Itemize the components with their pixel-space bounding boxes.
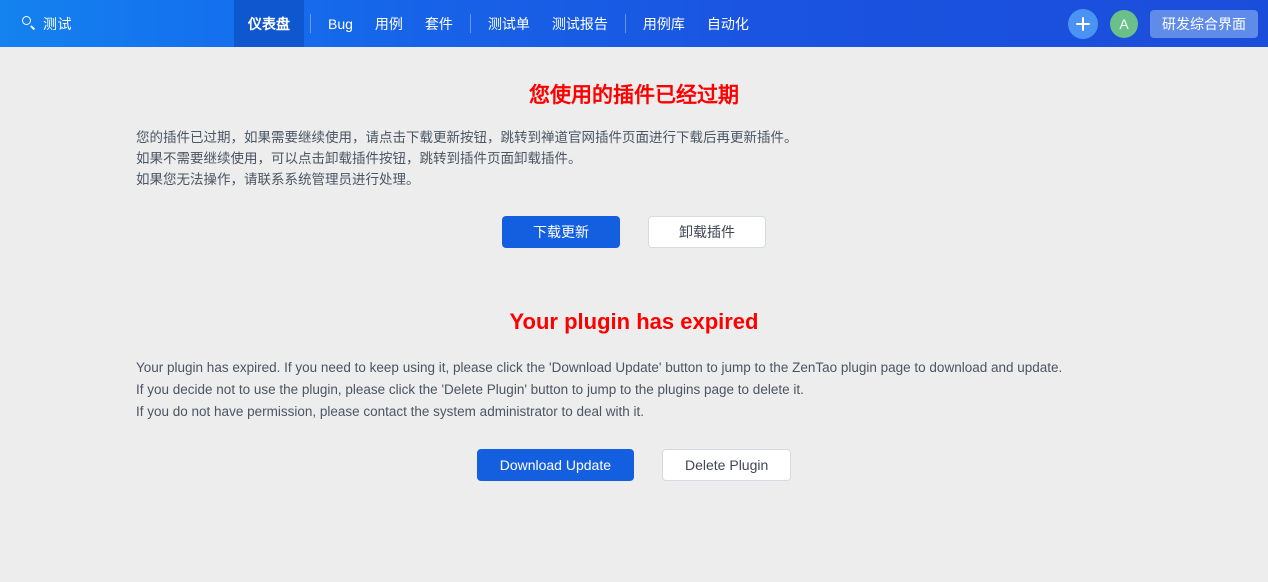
download-update-button-en[interactable]: Download Update [476, 448, 634, 481]
expired-notice-en: Your plugin has expired Your plugin has … [134, 248, 1134, 481]
page-title-cn: 您使用的插件已经过期 [529, 84, 739, 107]
nav-item-bug[interactable]: Bug [317, 0, 364, 47]
download-update-button-cn[interactable]: 下载更新 [502, 216, 620, 249]
nav-item-caselib[interactable]: 用例库 [632, 0, 696, 47]
expired-notice-cn: 您使用的插件已经过期 您的插件已过期，如果需要继续使用，请点击下载更新按钮，跳转… [134, 47, 1134, 249]
avatar[interactable]: A [1110, 9, 1138, 38]
brand-label: 测试 [43, 15, 72, 32]
brand-search[interactable]: 测试 [0, 0, 84, 47]
button-row-en: Download Update Delete Plugin [134, 448, 1134, 481]
nav-item-dashboard[interactable]: 仪表盘 [234, 0, 304, 47]
plus-icon[interactable] [1068, 8, 1098, 39]
mode-switch-button[interactable]: 研发综合界面 [1150, 9, 1258, 38]
page-title-en: Your plugin has expired [509, 309, 759, 335]
description-en-line-3: If you do not have permission, please co… [136, 403, 645, 419]
search-icon [22, 16, 37, 31]
nav-item-case[interactable]: 用例 [364, 0, 414, 47]
nav-item-automation[interactable]: 自动化 [696, 0, 760, 47]
top-header: 测试 仪表盘 Bug 用例 套件 测试单 测试报告 用例库 自动化 A 研发综合… [0, 0, 1268, 47]
nav-item-testtask[interactable]: 测试单 [477, 0, 541, 47]
description-en-line-1: Your plugin has expired. If you need to … [136, 359, 1063, 375]
delete-plugin-button-en[interactable]: Delete Plugin [662, 448, 792, 481]
description-cn-line-2: 如果不需要继续使用，可以点击卸载插件按钮，跳转到插件页面卸载插件。 [136, 151, 582, 167]
description-cn-line-3: 如果您无法操作，请联系系统管理员进行处理。 [136, 172, 420, 188]
main-content: 您使用的插件已经过期 您的插件已过期，如果需要继续使用，请点击下载更新按钮，跳转… [0, 47, 1268, 481]
header-actions: A 研发综合界面 [1068, 0, 1268, 47]
nav-divider-2 [469, 14, 471, 33]
main-nav: 仪表盘 Bug 用例 套件 测试单 测试报告 用例库 自动化 [234, 0, 760, 47]
nav-divider-1 [310, 14, 311, 33]
description-en: Your plugin has expired. If you need to … [134, 357, 1134, 423]
nav-divider-3 [624, 14, 626, 33]
button-row-cn: 下载更新 卸载插件 [134, 216, 1134, 249]
delete-plugin-button-cn[interactable]: 卸载插件 [648, 216, 766, 249]
description-cn: 您的插件已过期，如果需要继续使用，请点击下载更新按钮，跳转到禅道官网插件页面进行… [134, 127, 1134, 190]
description-en-line-2: If you decide not to use the plugin, ple… [136, 381, 804, 397]
nav-item-suite[interactable]: 套件 [414, 0, 464, 47]
nav-item-testreport[interactable]: 测试报告 [541, 0, 619, 47]
description-cn-line-1: 您的插件已过期，如果需要继续使用，请点击下载更新按钮，跳转到禅道官网插件页面进行… [136, 130, 798, 146]
